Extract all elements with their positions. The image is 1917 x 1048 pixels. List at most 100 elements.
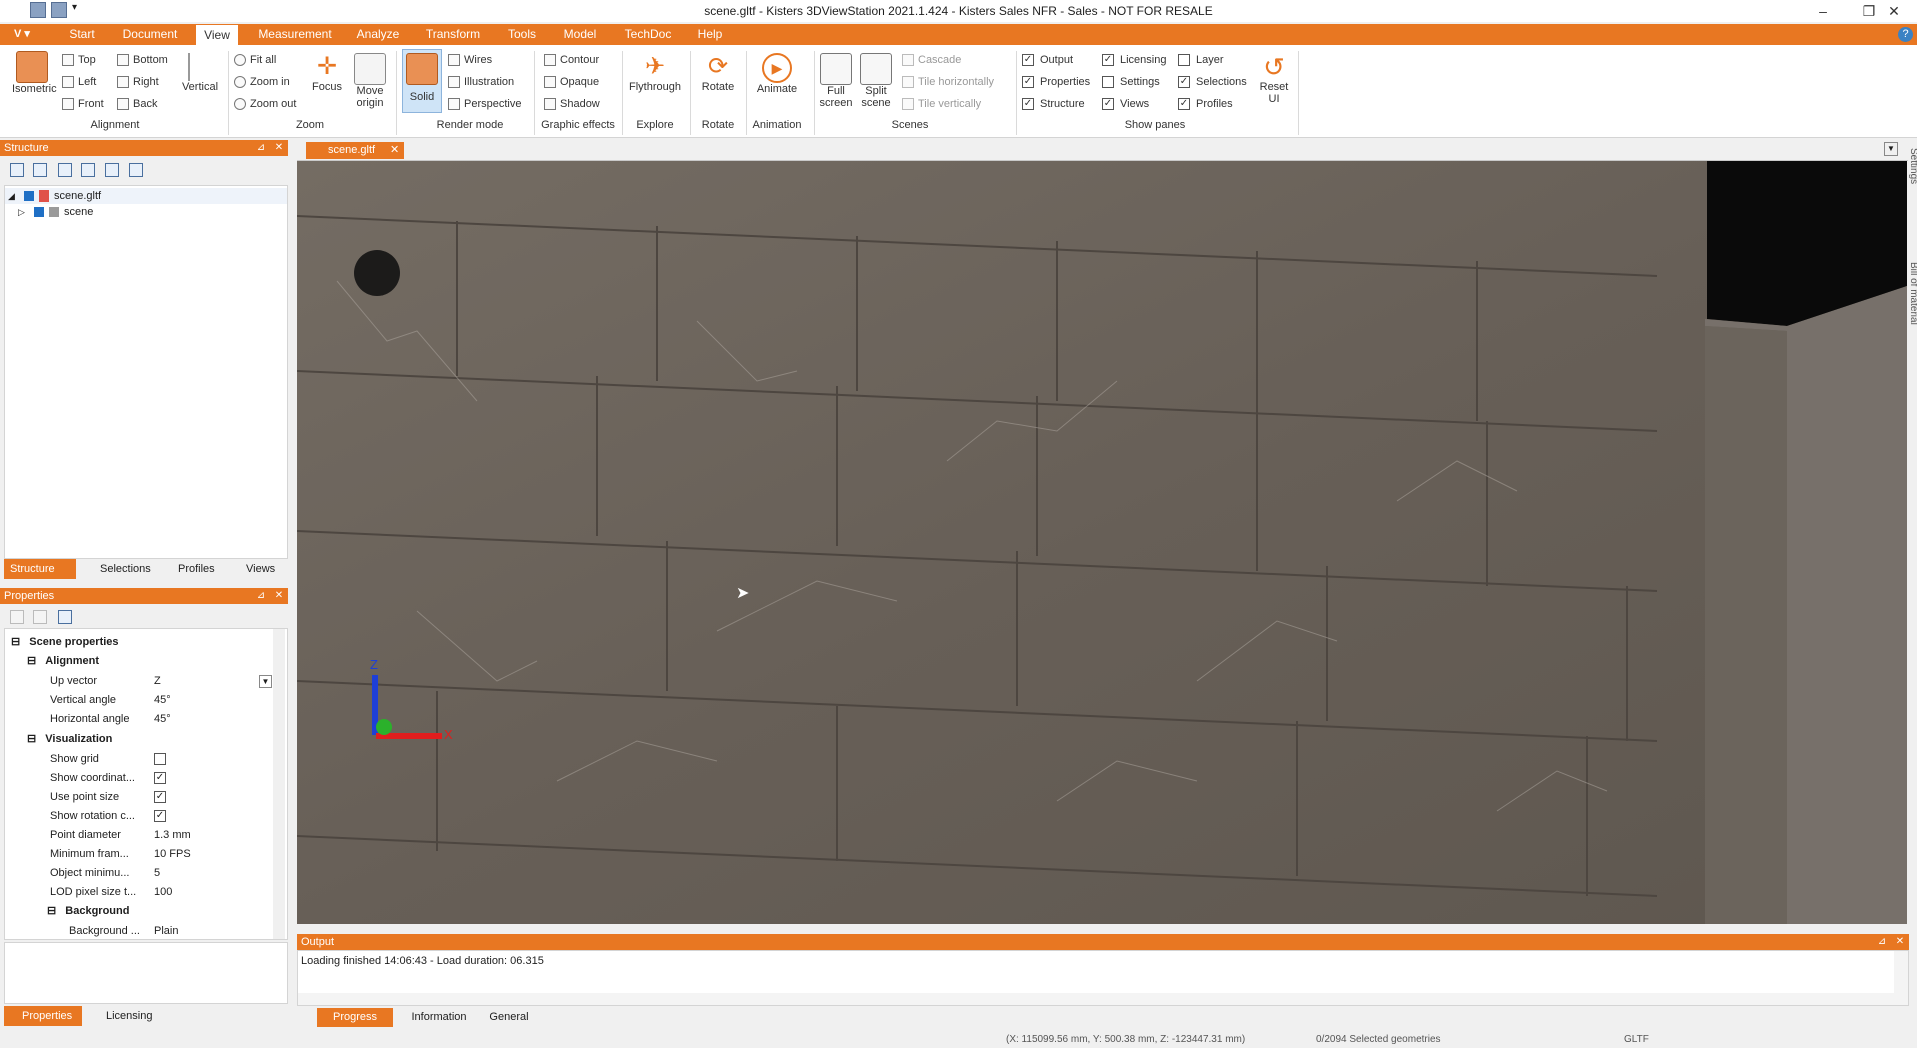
vertical-scrollbar[interactable]: [1894, 951, 1908, 1005]
pin-icon[interactable]: ⊿: [1876, 935, 1888, 949]
visibility-checkbox-icon[interactable]: [34, 207, 44, 217]
minimize-button[interactable]: –: [1800, 0, 1846, 22]
properties-scrollbar[interactable]: [273, 629, 285, 939]
rotate-button[interactable]: ⟳ Rotate: [696, 53, 740, 93]
zoom-out-button[interactable]: Zoom out: [234, 98, 296, 111]
close-panel-icon[interactable]: ✕: [273, 141, 285, 155]
view-left-button[interactable]: Left: [62, 76, 96, 89]
property-row[interactable]: LOD pixel size t... 100: [9, 883, 277, 902]
shadow-button[interactable]: Shadow: [544, 98, 600, 111]
tab-progress[interactable]: Progress: [317, 1008, 393, 1027]
pane-output-checkbox[interactable]: ✓ Output: [1022, 54, 1073, 67]
fit-all-button[interactable]: Fit all: [234, 54, 276, 67]
pin-icon[interactable]: ⊿: [255, 589, 267, 603]
collapse-icon[interactable]: [81, 163, 95, 177]
move-origin-button[interactable]: Move origin: [350, 53, 390, 109]
tab-views[interactable]: Views: [230, 559, 284, 579]
tab-measurement[interactable]: Measurement: [250, 24, 340, 45]
close-tab-icon[interactable]: ✕: [390, 142, 399, 159]
property-row[interactable]: Background ... Plain: [9, 922, 277, 939]
pin-icon[interactable]: ⊿: [255, 141, 267, 155]
pane-properties-checkbox[interactable]: ✓ Properties: [1022, 76, 1090, 89]
zoom-in-button[interactable]: Zoom in: [234, 76, 290, 89]
split-scene-button[interactable]: Split scene: [858, 53, 894, 109]
close-panel-icon[interactable]: ✕: [1894, 935, 1906, 949]
group-header[interactable]: ⊟ Visualization: [27, 732, 112, 745]
collapse-arrow-icon[interactable]: ◢: [8, 188, 15, 204]
tree-row[interactable]: ◢ scene.gltf: [5, 188, 287, 204]
tab-tools[interactable]: Tools: [500, 24, 544, 45]
perspective-button[interactable]: Perspective: [448, 98, 521, 111]
tile-horizontally-button[interactable]: Tile horizontally: [902, 76, 994, 89]
dropdown-arrow-icon[interactable]: ▼: [259, 675, 272, 688]
pane-layer-checkbox[interactable]: Layer: [1178, 54, 1224, 67]
tab-help[interactable]: Help: [690, 24, 730, 45]
tile-vertically-button[interactable]: Tile vertically: [902, 98, 981, 111]
tab-properties[interactable]: Properties: [4, 1006, 82, 1026]
pane-settings-checkbox[interactable]: Settings: [1102, 76, 1160, 89]
property-row[interactable]: Minimum fram... 10 FPS: [9, 845, 277, 864]
pane-licensing-checkbox[interactable]: ✓ Licensing: [1102, 54, 1166, 67]
close-button[interactable]: ✕: [1871, 0, 1917, 22]
view-back-button[interactable]: Back: [117, 98, 157, 111]
full-screen-button[interactable]: Full screen: [818, 53, 854, 109]
view-front-button[interactable]: Front: [62, 98, 104, 111]
property-row[interactable]: Show rotation c... ✓: [9, 807, 277, 826]
filter-icon[interactable]: [58, 610, 72, 624]
tab-analyze[interactable]: Analyze: [350, 24, 406, 45]
pane-structure-checkbox[interactable]: ✓ Structure: [1022, 98, 1085, 111]
isometric-button[interactable]: Isometric: [12, 51, 57, 95]
tree-option-icon[interactable]: [105, 163, 119, 177]
animate-button[interactable]: ▶ Animate: [752, 53, 802, 95]
property-row[interactable]: Object minimu... 5: [9, 864, 277, 883]
pane-views-checkbox[interactable]: ✓ Views: [1102, 98, 1149, 111]
tab-general[interactable]: General: [481, 1008, 537, 1027]
pane-selections-checkbox[interactable]: ✓ Selections: [1178, 76, 1247, 89]
document-tab[interactable]: scene.gltf ✕: [306, 142, 404, 159]
group-header[interactable]: ⊟ Alignment: [27, 654, 99, 667]
group-header[interactable]: ⊟ Background: [47, 904, 129, 917]
horizontal-scrollbar[interactable]: [298, 993, 1894, 1005]
flythrough-button[interactable]: ✈ Flythrough: [626, 53, 684, 93]
tab-licensing[interactable]: Licensing: [88, 1006, 168, 1026]
property-row[interactable]: Show coordinat... ✓: [9, 769, 277, 788]
tab-information[interactable]: Information: [401, 1008, 477, 1027]
opaque-button[interactable]: Opaque: [544, 76, 599, 89]
property-row[interactable]: Point diameter 1.3 mm: [9, 826, 277, 845]
tab-model[interactable]: Model: [556, 24, 604, 45]
wires-button[interactable]: Wires: [448, 54, 492, 67]
close-panel-icon[interactable]: ✕: [273, 589, 285, 603]
tab-profiles[interactable]: Profiles: [162, 559, 228, 579]
help-icon[interactable]: ?: [1898, 27, 1913, 42]
view-top-button[interactable]: Top: [62, 54, 96, 67]
property-row[interactable]: Show grid: [9, 750, 277, 769]
property-row[interactable]: Vertical angle 45°: [9, 691, 277, 710]
focus-button[interactable]: ✛ Focus: [310, 53, 344, 93]
contour-button[interactable]: Contour: [544, 54, 599, 67]
tab-view[interactable]: View: [196, 24, 238, 46]
view-bottom-button[interactable]: Bottom: [117, 54, 168, 67]
app-menu-button[interactable]: V ▾: [4, 24, 40, 45]
collapse-all-icon[interactable]: [33, 163, 47, 177]
tab-techdoc[interactable]: TechDoc: [616, 24, 680, 45]
cascade-button[interactable]: Cascade: [902, 54, 961, 67]
tab-start[interactable]: Start: [60, 24, 104, 45]
3d-viewport[interactable]: Z X ➤: [297, 161, 1907, 924]
tab-document[interactable]: Document: [114, 24, 186, 45]
property-row[interactable]: Up vector Z ▼: [9, 672, 277, 691]
visibility-checkbox-icon[interactable]: [24, 191, 34, 201]
tab-settings[interactable]: Settings: [1908, 148, 1917, 184]
tree-row[interactable]: ▷ scene: [5, 204, 287, 220]
pane-profiles-checkbox[interactable]: ✓ Profiles: [1178, 98, 1233, 111]
property-row[interactable]: Use point size ✓: [9, 788, 277, 807]
reset-ui-button[interactable]: ↺ Reset UI: [1256, 53, 1292, 105]
tab-bill-of-material[interactable]: Bill of material: [1908, 262, 1917, 325]
prop-tool-icon[interactable]: [33, 610, 47, 624]
expand-arrow-icon[interactable]: ▷: [18, 204, 25, 220]
view-right-button[interactable]: Right: [117, 76, 159, 89]
vertical-button[interactable]: Vertical: [178, 53, 222, 93]
tab-structure[interactable]: Structure: [4, 559, 76, 579]
prop-tool-icon[interactable]: [10, 610, 24, 624]
tab-transform[interactable]: Transform: [418, 24, 488, 45]
section-header[interactable]: ⊟ Scene properties: [11, 635, 119, 648]
